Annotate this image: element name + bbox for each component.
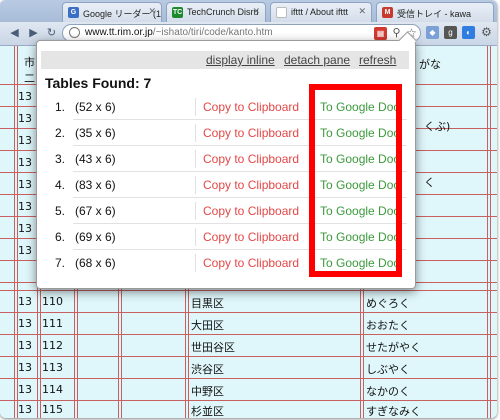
header-cell: がな <box>419 58 441 71</box>
copy-to-clipboard-button[interactable]: Copy to Clipboard <box>203 126 299 140</box>
google-reader-icon: G <box>68 7 79 18</box>
table-cell: 113 <box>42 361 63 374</box>
table-cell: 111 <box>42 317 63 330</box>
table-cell: なかのく <box>366 385 410 398</box>
tab-strip: G Google リーダー (1 ✕ TC TechCrunch Disru ✕… <box>0 0 497 22</box>
table-cell: 大田区 <box>191 319 224 332</box>
table-cell: 13 <box>18 112 32 125</box>
back-icon[interactable]: ◀ <box>6 24 23 41</box>
copy-to-clipboard-button[interactable]: Copy to Clipboard <box>203 100 299 114</box>
extension-icon[interactable]: ◆ <box>426 26 439 39</box>
browser-window: G Google リーダー (1 ✕ TC TechCrunch Disru ✕… <box>0 0 497 418</box>
table-dimensions: (35 x 6) <box>75 126 116 140</box>
table-number: 6. <box>55 230 66 244</box>
table-dimensions: (67 x 6) <box>75 204 116 218</box>
table-dimensions: (43 x 6) <box>75 152 116 166</box>
table-cell: 13 <box>18 383 32 396</box>
tab-google-reader[interactable]: G Google リーダー (1 ✕ <box>62 2 162 22</box>
table-dimensions: (69 x 6) <box>75 230 116 244</box>
url-path: /~ishato/tiri/code/kanto.htm <box>152 27 273 38</box>
table-cell: 13 <box>18 317 32 330</box>
table-cell: 13 <box>18 403 32 416</box>
table-cell: 13 <box>18 295 32 308</box>
table-number: 7. <box>55 256 66 270</box>
table-cell: 13 <box>18 156 32 169</box>
detach-pane-link[interactable]: detach pane <box>284 53 350 67</box>
reload-icon[interactable]: ↻ <box>43 24 60 41</box>
table-cell: 112 <box>42 339 63 352</box>
close-icon[interactable]: ✕ <box>358 6 366 17</box>
tab-title: 受信トレイ - kawa <box>397 9 472 19</box>
dropbox-icon[interactable]: ◐ <box>462 26 475 39</box>
table-cell: 杉並区 <box>191 405 224 418</box>
tab-ifttt[interactable]: ifttt / About ifttt ✕ <box>270 2 372 22</box>
refresh-link[interactable]: refresh <box>359 53 396 67</box>
tab-title: TechCrunch Disru <box>187 7 259 17</box>
table-cell: 13 <box>18 339 32 352</box>
tab-techcrunch[interactable]: TC TechCrunch Disru ✕ <box>166 2 266 22</box>
copy-to-clipboard-button[interactable]: Copy to Clipboard <box>203 204 299 218</box>
table-cell: くぶ) <box>424 120 451 133</box>
display-inline-link[interactable]: display inline <box>206 53 275 67</box>
table-cell: 13 <box>18 178 32 191</box>
table-cell: 目黒区 <box>191 297 224 310</box>
close-icon[interactable]: ✕ <box>252 6 260 17</box>
table-cell: 13 <box>18 222 32 235</box>
table-number: 1. <box>55 100 66 114</box>
table-cell: 13 <box>18 244 32 257</box>
copy-to-clipboard-button[interactable]: Copy to Clipboard <box>203 152 299 166</box>
copy-to-clipboard-button[interactable]: Copy to Clipboard <box>203 230 299 244</box>
table-cell: 13 <box>18 361 32 374</box>
table-cell: 世田谷区 <box>191 341 235 354</box>
table-cell: 13 <box>18 134 32 147</box>
table-cell: く <box>424 176 435 189</box>
table-dimensions: (52 x 6) <box>75 100 116 114</box>
table-cell: おおたく <box>366 319 410 332</box>
header-cell: 二 <box>24 72 35 85</box>
table-cell: しぶやく <box>366 363 410 376</box>
table-cell: 中野区 <box>191 385 224 398</box>
table-number: 5. <box>55 204 66 218</box>
table-capture-extension-icon[interactable]: ▦ <box>374 27 387 40</box>
copy-to-clipboard-button[interactable]: Copy to Clipboard <box>203 178 299 192</box>
table-cell: めぐろく <box>366 297 410 310</box>
tab-title: ifttt / About ifttt <box>291 7 349 17</box>
table-cell: 13 <box>18 200 32 213</box>
popup-options-bar: display inline detach pane refresh <box>41 51 409 69</box>
table-dimensions: (83 x 6) <box>75 178 116 192</box>
header-cell: 市 <box>24 56 35 69</box>
table-cell: 115 <box>42 403 63 416</box>
table-cell: 110 <box>42 295 63 308</box>
close-icon[interactable]: ✕ <box>148 6 156 17</box>
annotation-highlight-box <box>309 84 402 277</box>
tables-found-heading: Tables Found: 7 <box>45 75 152 91</box>
wrench-icon[interactable]: ⚙ <box>480 26 493 39</box>
forward-icon[interactable]: ▶ <box>25 24 42 41</box>
url-text: www.tt.rim.or.jp/~ishato/tiri/code/kanto… <box>85 27 273 38</box>
table-cell: 13 <box>18 90 32 103</box>
table-cell: せたがやく <box>366 341 421 354</box>
table-number: 2. <box>55 126 66 140</box>
ifttt-icon <box>276 7 287 18</box>
gmail-icon: M <box>382 7 393 18</box>
copy-to-clipboard-button[interactable]: Copy to Clipboard <box>203 256 299 270</box>
techcrunch-icon: TC <box>172 7 183 18</box>
table-cell: すぎなみく <box>366 405 421 418</box>
globe-icon <box>69 27 80 38</box>
table-cell: 渋谷区 <box>191 363 224 376</box>
google-extension-icon[interactable]: g <box>444 26 457 39</box>
table-number: 4. <box>55 178 66 192</box>
table-number: 3. <box>55 152 66 166</box>
url-host: www.tt.rim.or.jp <box>85 27 153 38</box>
table-dimensions: (68 x 6) <box>75 256 116 270</box>
tab-gmail[interactable]: M 受信トレイ - kawa <box>376 2 494 22</box>
table-cell: 114 <box>42 383 63 396</box>
